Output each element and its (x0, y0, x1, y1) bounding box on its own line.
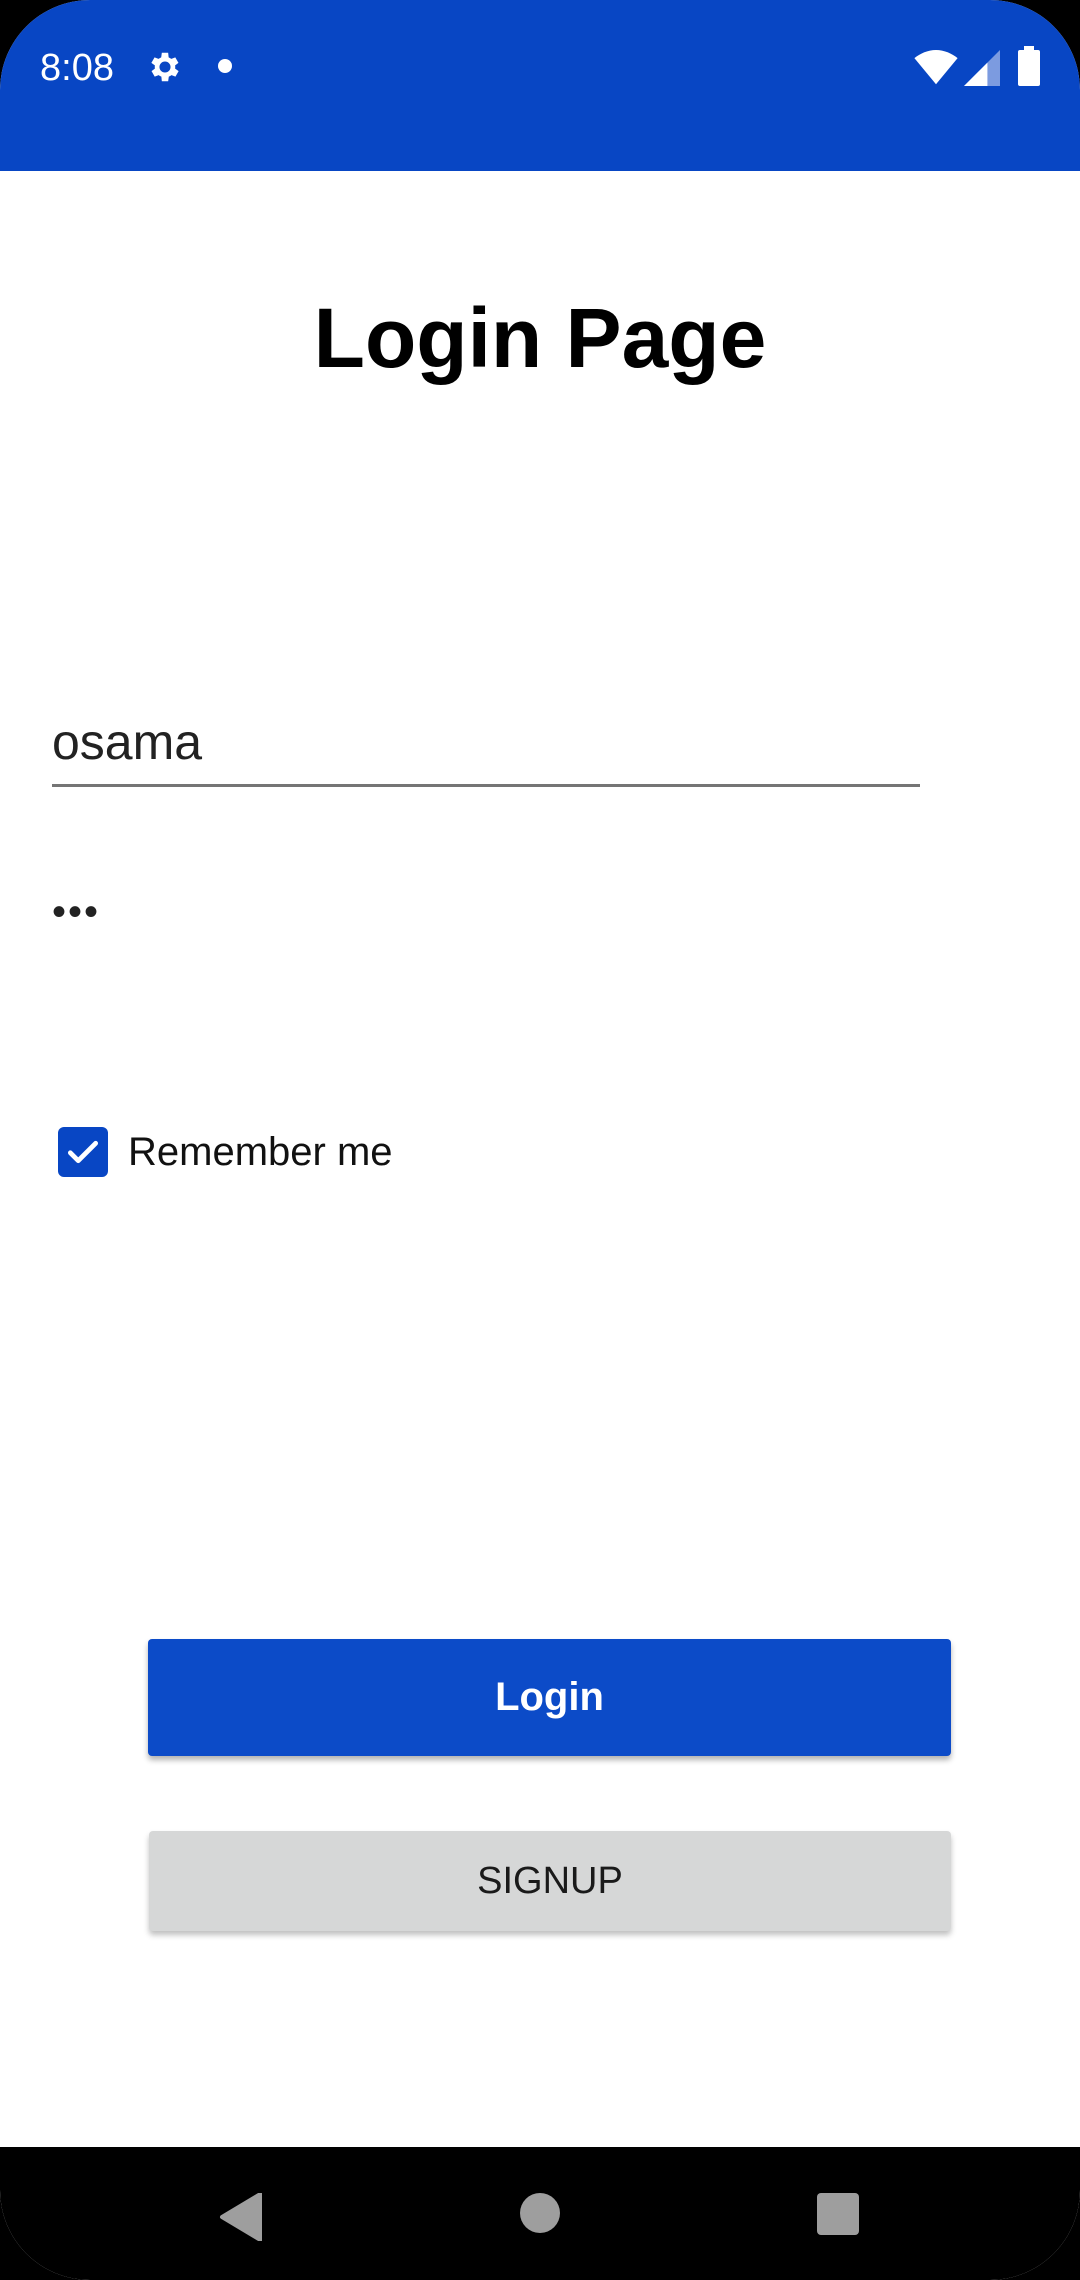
remember-me-checkbox[interactable] (58, 1127, 108, 1177)
password-input[interactable] (52, 870, 920, 954)
gear-icon (151, 52, 179, 82)
notification-dot-icon (218, 59, 232, 73)
login-button[interactable]: Login (148, 1639, 951, 1756)
signal-icon (964, 50, 1000, 86)
wifi-icon (914, 50, 958, 85)
checkmark-icon (67, 1140, 99, 1164)
navigation-bar (0, 2147, 1080, 2280)
remember-me-label: Remember me (128, 1129, 393, 1174)
home-icon[interactable] (520, 2193, 560, 2233)
phone-screen: 8:08 Login Page Remember me Login SIGNUP (0, 0, 1080, 2280)
status-bar: 8:08 (0, 0, 1080, 171)
back-icon[interactable] (218, 2193, 262, 2241)
signup-button[interactable]: SIGNUP (149, 1831, 951, 1931)
remember-me-row[interactable]: Remember me (58, 1126, 393, 1178)
battery-icon (1018, 46, 1040, 86)
username-input[interactable] (52, 700, 920, 787)
status-time: 8:08 (40, 47, 114, 89)
page-title: Login Page (313, 291, 767, 385)
recents-icon[interactable] (817, 2193, 859, 2235)
